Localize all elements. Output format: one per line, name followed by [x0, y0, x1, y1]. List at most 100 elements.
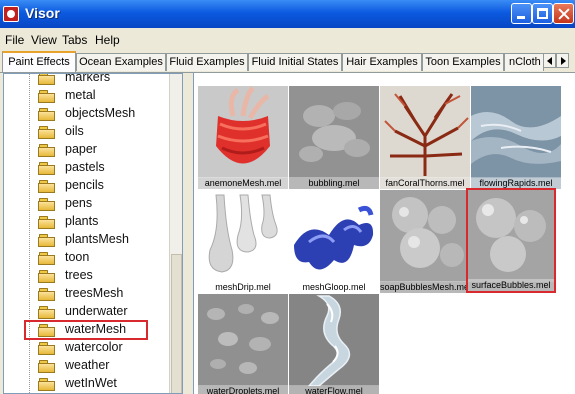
- mesh-drip-icon: [198, 190, 288, 282]
- tree-scrollbar[interactable]: [169, 74, 182, 393]
- thumbnail-label: meshDrip.mel: [198, 281, 288, 293]
- thumbnail-label: waterDroplets.mel: [198, 385, 288, 394]
- thumbnail-label: waterFlow.mel: [289, 385, 379, 394]
- close-button[interactable]: [553, 3, 574, 24]
- tree-item-pens[interactable]: pens: [4, 195, 169, 213]
- tree-item-weather[interactable]: weather: [4, 357, 169, 375]
- fan-coral-icon: [380, 86, 470, 178]
- anemone-mesh-icon: [198, 86, 288, 178]
- tree-item-watercolor[interactable]: watercolor: [4, 339, 169, 357]
- flowing-rapids-icon: [471, 86, 561, 178]
- minimize-button[interactable]: [511, 3, 532, 24]
- menu-view[interactable]: View: [31, 33, 57, 47]
- folder-icon: [38, 342, 56, 355]
- folder-icon: [38, 108, 56, 121]
- soap-bubbles-icon: [380, 190, 470, 282]
- water-droplets-icon: [198, 294, 288, 386]
- pane-splitter[interactable]: [183, 73, 193, 394]
- tab-paint-effects[interactable]: Paint Effects: [2, 51, 76, 72]
- thumbnail-waterdroplets[interactable]: waterDroplets.mel: [198, 294, 288, 394]
- thumbnail-grid: anemoneMesh.mel bubbling.mel fanCoralTho…: [193, 73, 575, 394]
- folder-tree[interactable]: markers metal objectsMesh oils paper pas…: [3, 73, 183, 394]
- folder-icon: [38, 180, 56, 193]
- folder-icon: [38, 378, 56, 391]
- tab-bar: Paint Effects Ocean Examples Fluid Examp…: [0, 50, 575, 73]
- folder-icon: [38, 74, 56, 85]
- tree-item-label: pens: [65, 196, 93, 210]
- tree-item-label: treesMesh: [65, 286, 124, 300]
- tree-item-label: underwater: [65, 304, 128, 318]
- tree-item-underwater[interactable]: underwater: [4, 303, 169, 321]
- tree-item-label: plants: [65, 214, 99, 228]
- tab-toon-examples[interactable]: Toon Examples: [422, 53, 504, 71]
- tree-item-trees[interactable]: trees: [4, 267, 169, 285]
- tree-item-label: weather: [65, 358, 110, 372]
- tree-item-label: watercolor: [65, 340, 123, 354]
- menu-help[interactable]: Help: [95, 33, 120, 47]
- tab-scroll-right-icon[interactable]: [556, 53, 569, 68]
- tree-item-wetinwet[interactable]: wetInWet: [4, 375, 169, 393]
- tree-item-label: pastels: [65, 160, 105, 174]
- tree-item-label: trees: [65, 268, 93, 282]
- thumbnail-waterflow[interactable]: waterFlow.mel: [289, 294, 379, 394]
- tab-fluid-examples[interactable]: Fluid Examples: [166, 53, 248, 71]
- folder-icon: [38, 288, 56, 301]
- folder-icon: [38, 360, 56, 373]
- thumbnail-label: anemoneMesh.mel: [198, 177, 288, 189]
- tree-item-oils[interactable]: oils: [4, 123, 169, 141]
- thumbnail-meshdrip[interactable]: meshDrip.mel: [198, 190, 288, 293]
- folder-icon: [38, 162, 56, 175]
- thumbnail-anemonemesh[interactable]: anemoneMesh.mel: [198, 86, 288, 189]
- thumbnail-flowingrapids[interactable]: flowingRapids.mel: [471, 86, 561, 189]
- water-flow-icon: [289, 294, 379, 386]
- tab-hair-examples[interactable]: Hair Examples: [342, 53, 422, 71]
- title-bar[interactable]: Visor: [0, 0, 575, 28]
- tree-item-label: pencils: [65, 178, 104, 192]
- tree-item-pastels[interactable]: pastels: [4, 159, 169, 177]
- tree-item-label: paper: [65, 142, 97, 156]
- menu-tabs[interactable]: Tabs: [62, 33, 87, 47]
- tree-scrollbar-thumb[interactable]: [171, 254, 182, 393]
- thumbnail-fancoralthorns[interactable]: fanCoralThorns.mel: [380, 86, 470, 189]
- tree-item-plantsmesh[interactable]: plantsMesh: [4, 231, 169, 249]
- tree-item-treesmesh[interactable]: treesMesh: [4, 285, 169, 303]
- tab-ncloth[interactable]: nCloth: [504, 53, 544, 71]
- tree-item-plants[interactable]: plants: [4, 213, 169, 231]
- tree-item-label: objectsMesh: [65, 106, 136, 120]
- folder-icon: [38, 90, 56, 103]
- thumbnail-label: fanCoralThorns.mel: [380, 177, 470, 189]
- tree-item-label: metal: [65, 88, 96, 102]
- folder-icon: [38, 216, 56, 229]
- maya-app-icon[interactable]: [3, 6, 19, 22]
- tree-item-metal[interactable]: metal: [4, 87, 169, 105]
- thumbnail-surfacebubbles[interactable]: surfaceBubbles.mel: [466, 188, 556, 293]
- tree-item-toon[interactable]: toon: [4, 249, 169, 267]
- tree-item-pencils[interactable]: pencils: [4, 177, 169, 195]
- menu-file[interactable]: File: [5, 33, 24, 47]
- folder-icon: [38, 234, 56, 247]
- thumbnail-soapbubblesmesh[interactable]: soapBubblesMesh.mel: [380, 190, 470, 293]
- tree-item-label: markers: [65, 73, 111, 84]
- tab-fluid-initial-states[interactable]: Fluid Initial States: [248, 53, 342, 71]
- tree-item-objectsmesh[interactable]: objectsMesh: [4, 105, 169, 123]
- visor-window: Visor File View Tabs Help Paint Effects …: [0, 0, 575, 394]
- tab-ocean-examples[interactable]: Ocean Examples: [76, 53, 166, 71]
- thumbnail-label: meshGloop.mel: [289, 281, 379, 293]
- tree-item-label: plantsMesh: [65, 232, 129, 246]
- thumbnail-bubbling[interactable]: bubbling.mel: [289, 86, 379, 189]
- tree-item-label: toon: [65, 250, 90, 264]
- folder-icon: [38, 198, 56, 211]
- menu-bar: File View Tabs Help: [0, 30, 575, 50]
- folder-icon: [38, 126, 56, 139]
- folder-icon: [38, 306, 56, 319]
- tree-item-label: wetInWet: [65, 376, 117, 390]
- maximize-button[interactable]: [532, 3, 553, 24]
- tree-item-markers[interactable]: markers: [4, 73, 169, 87]
- thumbnail-meshgloop[interactable]: meshGloop.mel: [289, 190, 379, 293]
- tree-item-paper[interactable]: paper: [4, 141, 169, 159]
- folder-icon: [38, 270, 56, 283]
- thumbnail-label: surfaceBubbles.mel: [468, 279, 554, 291]
- window-title: Visor: [25, 5, 60, 21]
- folder-icon: [38, 252, 56, 265]
- tab-scroll-left-icon[interactable]: [543, 53, 556, 68]
